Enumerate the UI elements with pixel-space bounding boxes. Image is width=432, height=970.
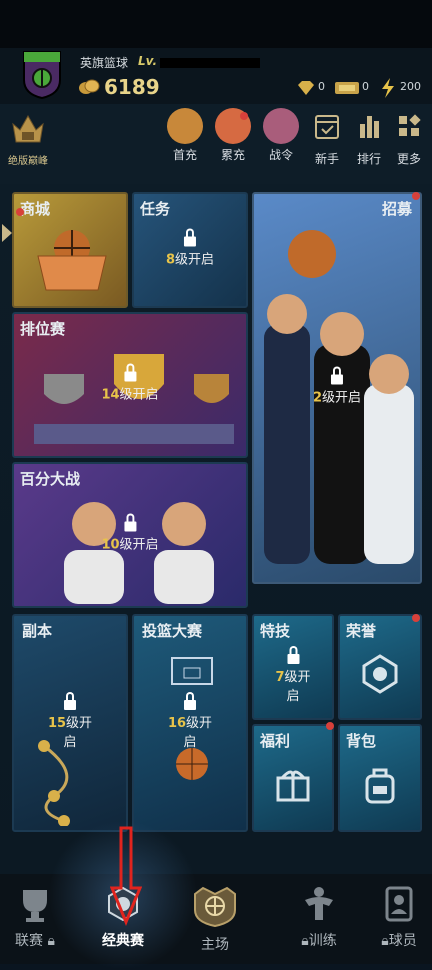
status-bar: [0, 0, 432, 48]
welfare-title: 福利: [260, 732, 291, 750]
task-title: 任务: [140, 200, 171, 218]
notification-dot: [412, 614, 420, 622]
peak-label: 绝版巅峰: [8, 156, 48, 167]
skills-lock: 7级开启: [274, 646, 313, 704]
task-lock: 8级开启: [166, 228, 214, 268]
peak-button[interactable]: 绝版巅峰: [4, 112, 52, 170]
lock-icon: [183, 692, 197, 710]
shop-title: 商城: [20, 200, 51, 218]
battle-pass-label: 战令: [268, 148, 293, 162]
lock-icon: 🔒︎: [47, 933, 55, 949]
bar-ranking-icon: [360, 116, 379, 138]
gems-value: 0: [318, 80, 325, 93]
welfare-tile[interactable]: 福利: [252, 724, 334, 832]
newbie-button[interactable]: 新手: [306, 108, 348, 167]
more-label: 更多: [396, 152, 421, 166]
shooting-contest-title: 投篮大赛: [142, 622, 203, 640]
battle-pass-button[interactable]: 战令: [260, 108, 302, 163]
ticket-icon: [335, 82, 359, 94]
ranked-lock: 14级开启: [101, 363, 159, 403]
level-label: Lv.: [138, 54, 158, 68]
coins-icon: [79, 79, 100, 94]
muscle-body-icon: [305, 887, 333, 920]
coins-value: 6189: [104, 75, 160, 99]
down-arrow-annotation: [110, 826, 142, 926]
energy-icon: [382, 78, 394, 98]
hoop-icon: [171, 657, 213, 685]
hundred-battle-lock: 10级开启: [101, 513, 159, 553]
lock-icon: [286, 646, 300, 665]
notification-dot: [412, 192, 420, 200]
dungeon-tile[interactable]: 副本 15级开启: [12, 614, 128, 832]
tab-training[interactable]: 🔒︎训练: [284, 884, 354, 950]
lock-icon: [183, 228, 197, 247]
shopping-basket-icon: [37, 230, 107, 291]
hundred-battle-title: 百分大战: [20, 470, 81, 488]
team-logo[interactable]: [22, 50, 62, 100]
hundred-battle-tile[interactable]: 百分大战 10级开启: [12, 462, 248, 608]
lock-icon: 🔒︎: [301, 933, 309, 949]
crown-icon: [12, 114, 44, 143]
calendar-icon: [315, 115, 339, 139]
honor-title: 荣誉: [346, 622, 377, 640]
first-charge-label: 首充: [172, 148, 197, 162]
tab-classic-label: 经典赛: [102, 933, 144, 949]
ranked-tile[interactable]: 排位赛 14级开启: [12, 312, 248, 458]
skills-tile[interactable]: 特技 7级开启: [252, 614, 334, 720]
player-card-icon: [385, 886, 413, 922]
lock-icon: [123, 513, 137, 532]
tab-training-label: 🔒︎训练: [301, 933, 337, 949]
first-charge-icon: [167, 108, 203, 144]
lock-icon: 🔒︎: [381, 933, 389, 949]
honor-tile[interactable]: 荣誉: [338, 614, 422, 720]
backpack-icon: [365, 768, 395, 804]
dungeon-title: 副本: [22, 622, 53, 640]
honor-badge-icon: [362, 654, 398, 694]
ranking-label: 排行: [356, 152, 381, 166]
shooting-contest-lock: 16级开启: [162, 692, 218, 750]
team-name: 英旗篮球: [80, 56, 129, 70]
shooting-contest-tile[interactable]: 投篮大赛 16级开启: [132, 614, 248, 832]
gift-icon: [276, 770, 310, 802]
tab-home-court-label: 主场: [201, 937, 229, 953]
lock-icon: [63, 692, 77, 710]
energy-value: 200: [400, 80, 421, 93]
tab-home-court[interactable]: 主场: [180, 884, 250, 954]
profile-header: [0, 48, 432, 104]
bag-tile[interactable]: 背包: [338, 724, 422, 832]
battle-pass-icon: [263, 108, 299, 144]
notification-dot: [16, 208, 24, 216]
recruit-lock: 2级开启: [313, 366, 361, 406]
tab-league[interactable]: 联赛 🔒︎: [0, 884, 70, 950]
newbie-label: 新手: [314, 152, 339, 166]
bag-title: 背包: [346, 732, 377, 750]
ranked-title: 排位赛: [20, 320, 66, 338]
lock-icon: [123, 363, 137, 382]
tickets-value: 0: [362, 80, 369, 93]
notification-dot: [240, 112, 248, 120]
redacted-bar: [160, 58, 260, 68]
lock-icon: [330, 366, 344, 385]
home-court-emblem-icon: [194, 886, 236, 928]
ranking-button[interactable]: 排行: [348, 108, 390, 167]
task-tile[interactable]: 任务 8级开启: [132, 192, 248, 308]
skills-title: 特技: [260, 622, 291, 640]
shop-tile[interactable]: 商城: [12, 192, 128, 308]
basketball-icon: [176, 748, 208, 780]
grid-more-icon: [399, 114, 421, 136]
more-button[interactable]: 更多: [388, 108, 430, 167]
notification-dot: [326, 722, 334, 730]
tab-players-label: 🔒︎球员: [381, 933, 417, 949]
tab-league-label: 联赛 🔒︎: [15, 933, 55, 949]
first-charge-button[interactable]: 首充: [164, 108, 206, 163]
recruit-tile[interactable]: 招募 2级开启: [252, 192, 422, 584]
tab-players[interactable]: 🔒︎球员: [364, 884, 432, 950]
diamond-icon: [298, 81, 314, 95]
trophy-icon: [23, 890, 47, 922]
cumulative-charge-label: 累充: [220, 148, 245, 162]
dungeon-lock: 15级开启: [42, 692, 98, 750]
